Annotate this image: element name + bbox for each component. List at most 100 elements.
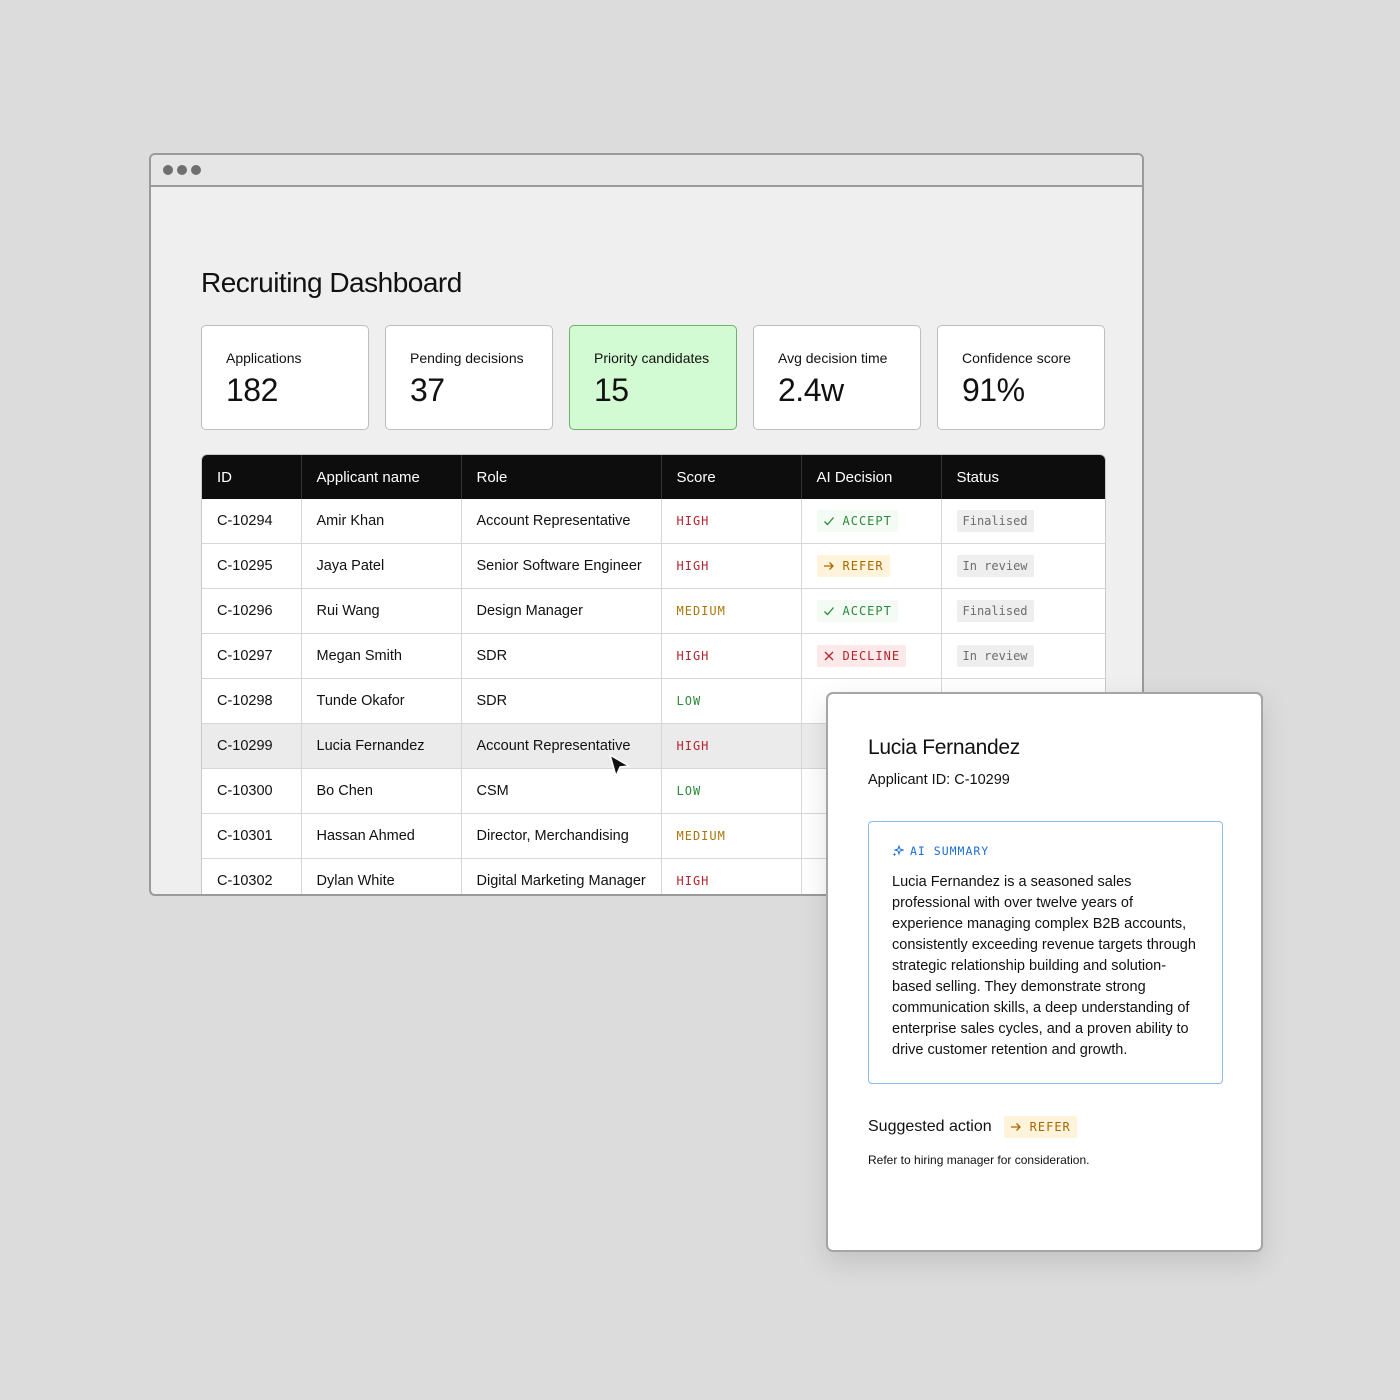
column-header-applicant-name[interactable]: Applicant name — [301, 455, 462, 499]
check-icon — [823, 517, 834, 526]
cell-score: HIGH — [661, 633, 802, 679]
ai-decision-value: ACCEPT — [842, 514, 892, 528]
cell-id: C-10297 — [202, 633, 302, 679]
cell-id: C-10299 — [202, 723, 302, 769]
ai-decision-chip[interactable]: ACCEPT — [816, 600, 898, 622]
cell-score: LOW — [661, 768, 802, 814]
kpi-label: Avg decision time — [778, 350, 888, 366]
arrow-right-icon — [823, 562, 834, 570]
score-value: HIGH — [676, 559, 710, 573]
suggested-action-chip[interactable]: REFER — [1003, 1116, 1077, 1138]
ai-decision-chip[interactable]: DECLINE — [816, 645, 907, 667]
cell-role: Account Representative — [461, 499, 662, 544]
cell-applicant-name: Hassan Ahmed — [301, 813, 462, 859]
kpi-label: Pending decisions — [410, 350, 524, 366]
cell-score: MEDIUM — [661, 588, 802, 634]
cell-score: LOW — [661, 678, 802, 724]
ai-summary-header: AI SUMMARY — [892, 844, 1200, 858]
cell-score: HIGH — [661, 858, 802, 894]
ai-decision-value: REFER — [842, 559, 884, 573]
cell-role: SDR — [461, 678, 662, 724]
table-row[interactable]: C-10294 Amir Khan Account Representative HI… — [202, 499, 1105, 544]
applicant-name-heading: Lucia Fernandez — [868, 736, 1020, 759]
ai-summary-title: AI SUMMARY — [910, 844, 990, 858]
cell-id: C-10298 — [202, 678, 302, 724]
suggested-action-value: REFER — [1029, 1120, 1071, 1134]
kpi-card-avg-decision-time[interactable]: Avg decision time 2.4w — [753, 325, 921, 430]
cell-id: C-10296 — [202, 588, 302, 634]
status-badge: Finalised — [956, 600, 1034, 622]
kpi-card-pending-decisions[interactable]: Pending decisions 37 — [385, 325, 553, 430]
cell-applicant-name: Tunde Okafor — [301, 678, 462, 724]
cell-ai-decision: ACCEPT — [801, 499, 942, 544]
kpi-card-confidence-score[interactable]: Confidence score 91% — [937, 325, 1105, 430]
kpi-value: 182 — [226, 372, 278, 408]
kpi-card-applications[interactable]: Applications 182 — [201, 325, 369, 430]
window-dot-icon[interactable] — [191, 165, 201, 175]
table-row[interactable]: C-10295 Jaya Patel Senior Software Enginee… — [202, 543, 1105, 589]
cell-id: C-10301 — [202, 813, 302, 859]
column-header-id[interactable]: ID — [202, 455, 302, 499]
score-value: LOW — [676, 784, 702, 798]
cell-score: HIGH — [661, 543, 802, 589]
score-value: HIGH — [676, 739, 710, 753]
cell-score: MEDIUM — [661, 813, 802, 859]
cell-role: Senior Software Engineer — [461, 543, 662, 589]
ai-decision-value: ACCEPT — [842, 604, 892, 618]
cell-id: C-10294 — [202, 499, 302, 544]
window-dot-icon[interactable] — [163, 165, 173, 175]
cursor-arrow-icon — [609, 754, 630, 777]
ai-summary-text: Lucia Fernandez is a seasoned sales prof… — [892, 874, 1196, 1058]
column-header-role[interactable]: Role — [461, 455, 662, 499]
kpi-row: Applications 182 Pending decisions 37 Pr… — [201, 325, 1105, 430]
kpi-card-priority-candidates[interactable]: Priority candidates 15 — [569, 325, 737, 430]
status-badge: In review — [956, 555, 1034, 577]
ai-summary-card: AI SUMMARY Lucia Fernandez is a seasoned… — [868, 821, 1223, 1084]
suggested-action-label: Suggested action — [868, 1118, 992, 1135]
table-row[interactable]: C-10297 Megan Smith SDR HIGH DECLINE In revie… — [202, 633, 1105, 679]
table-row[interactable]: C-10296 Rui Wang Design Manager MEDIUM ACCEP… — [202, 588, 1105, 634]
status-badge: In review — [956, 645, 1034, 667]
kpi-label: Confidence score — [962, 350, 1071, 366]
cell-role: SDR — [461, 633, 662, 679]
suggested-action: Suggested action REFER — [868, 1116, 1077, 1138]
cell-id: C-10302 — [202, 858, 302, 894]
kpi-value: 37 — [410, 372, 445, 408]
cell-ai-decision: REFER — [801, 543, 942, 589]
page-title: Recruiting Dashboard — [201, 267, 462, 298]
column-header-score[interactable]: Score — [661, 455, 802, 499]
cell-status: Finalised — [941, 499, 1105, 544]
score-value: HIGH — [676, 514, 710, 528]
window-dot-icon[interactable] — [177, 165, 187, 175]
kpi-value: 2.4w — [778, 372, 844, 408]
x-icon — [824, 651, 833, 661]
cell-status: In review — [941, 543, 1105, 589]
cell-ai-decision: DECLINE — [801, 633, 942, 679]
cell-applicant-name: Dylan White — [301, 858, 462, 894]
cell-applicant-name: Megan Smith — [301, 633, 462, 679]
cell-applicant-name: Amir Khan — [301, 499, 462, 544]
score-value: MEDIUM — [676, 604, 726, 618]
cell-applicant-name: Lucia Fernandez — [301, 723, 462, 769]
kpi-value: 91% — [962, 372, 1025, 408]
cell-id: C-10300 — [202, 768, 302, 814]
ai-decision-chip[interactable]: REFER — [816, 555, 890, 577]
kpi-label: Priority candidates — [594, 350, 710, 366]
cell-status: Finalised — [941, 588, 1105, 634]
suggested-action-note: Refer to hiring manager for consideratio… — [868, 1153, 1090, 1167]
column-header-status[interactable]: Status — [941, 455, 1105, 499]
applicant-detail-panel: Lucia Fernandez Applicant ID: C-10299 AI… — [826, 692, 1263, 1252]
cell-role: Director, Merchandising — [461, 813, 662, 859]
cell-score: HIGH — [661, 499, 802, 544]
kpi-label: Applications — [226, 350, 302, 366]
cell-ai-decision: ACCEPT — [801, 588, 942, 634]
ai-decision-chip[interactable]: ACCEPT — [816, 510, 898, 532]
cell-applicant-name: Bo Chen — [301, 768, 462, 814]
cell-applicant-name: Rui Wang — [301, 588, 462, 634]
check-icon — [823, 607, 834, 616]
cell-id: C-10295 — [202, 543, 302, 589]
column-header-ai-decision[interactable]: AI Decision — [801, 455, 942, 499]
score-value: MEDIUM — [676, 829, 726, 843]
ai-decision-value: DECLINE — [842, 649, 901, 663]
cell-score: HIGH — [661, 723, 802, 769]
